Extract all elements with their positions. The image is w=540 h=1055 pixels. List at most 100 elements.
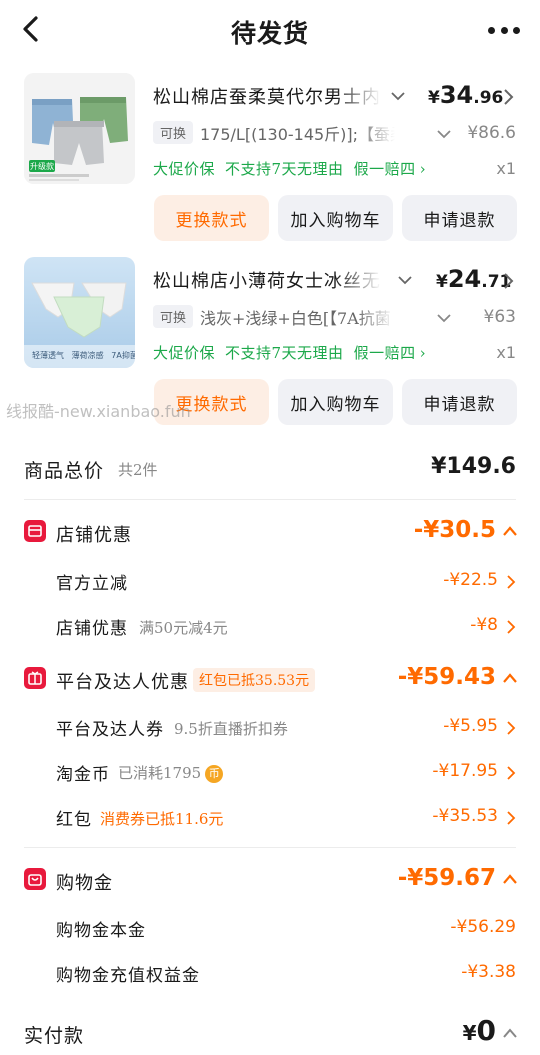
total-row: 商品总价 共2件 ¥149.6 bbox=[0, 452, 540, 486]
shopping-money-item-label: 购物金充值权益金 bbox=[56, 966, 200, 986]
header: 待发货 bbox=[0, 0, 540, 62]
discount-item-label: 官方立减 bbox=[56, 574, 128, 594]
total-value: ¥149.6 bbox=[431, 454, 516, 479]
discount-item-value: -¥8 bbox=[470, 615, 498, 635]
shop-icon bbox=[24, 520, 46, 542]
product-card: 轻薄透气 薄荷凉感 7A抑菌 松山棉店小薄荷女士冰丝无痕内裤 ¥24.71 可换… bbox=[0, 257, 540, 437]
shopping-money-label: 购物金 bbox=[56, 873, 113, 894]
paid-label: 实付款 bbox=[24, 1025, 85, 1047]
divider bbox=[24, 499, 516, 500]
discount-item-sub: 9.5折直播折扣券 bbox=[174, 720, 288, 738]
service-tags[interactable]: 大促价保 不支持7天无理由 假一赔四 › bbox=[153, 342, 436, 363]
chevron-right-icon[interactable] bbox=[506, 574, 516, 590]
exchange-style-button[interactable]: 更换款式 bbox=[154, 195, 269, 241]
add-to-cart-button[interactable]: 加入购物车 bbox=[278, 195, 393, 241]
platform-discount-row[interactable]: 平台及达人优惠 红包已抵35.53元 -¥59.43 bbox=[0, 662, 540, 696]
chevron-down-icon[interactable] bbox=[436, 128, 452, 140]
chevron-right-icon: › bbox=[419, 160, 427, 178]
chevron-right-icon[interactable] bbox=[502, 272, 514, 290]
coin-consumed-text: 已消耗1795 bbox=[118, 764, 202, 782]
chevron-down-icon[interactable] bbox=[397, 274, 413, 286]
discount-item-row[interactable]: 官方立减 -¥22.5 bbox=[0, 566, 540, 596]
discount-item-value: -¥17.95 bbox=[432, 761, 498, 781]
paid-value: ¥0 bbox=[463, 1014, 496, 1047]
dot-icon bbox=[488, 26, 495, 34]
discount-item-value: -¥22.5 bbox=[443, 570, 498, 590]
shop-discount-value: -¥30.5 bbox=[413, 517, 496, 543]
discount-item-label: 红包 bbox=[56, 810, 92, 830]
chevron-right-icon[interactable] bbox=[506, 619, 516, 635]
coin-icon: 币 bbox=[205, 765, 224, 783]
request-refund-button[interactable]: 申请退款 bbox=[402, 379, 517, 425]
original-price: ¥86.6 bbox=[467, 123, 516, 143]
request-refund-button[interactable]: 申请退款 bbox=[402, 195, 517, 241]
original-price: ¥63 bbox=[483, 307, 516, 327]
quantity: x1 bbox=[496, 343, 516, 362]
chevron-right-icon: › bbox=[419, 344, 427, 362]
shopping-bag-icon bbox=[24, 868, 46, 890]
chevron-up-icon[interactable] bbox=[502, 872, 518, 886]
paid-amount: 0 bbox=[476, 1014, 496, 1047]
platform-discount-value: -¥59.43 bbox=[397, 664, 496, 690]
product-image[interactable]: 轻薄透气 薄荷凉感 7A抑菌 bbox=[24, 257, 135, 368]
chevron-right-icon[interactable] bbox=[502, 88, 514, 106]
chevron-right-icon[interactable] bbox=[506, 810, 516, 826]
discount-item-row[interactable]: 平台及达人券 9.5折直播折扣券 -¥5.95 bbox=[0, 712, 540, 742]
product-image[interactable]: 升级款 bbox=[24, 73, 135, 184]
chevron-right-icon[interactable] bbox=[506, 720, 516, 736]
discount-item-sub: 满50元减4元 bbox=[139, 619, 228, 637]
platform-discount-label: 平台及达人优惠 bbox=[56, 672, 189, 693]
service-tag: 不支持7天无理由 bbox=[225, 160, 344, 178]
shopping-money-row[interactable]: 购物金 -¥59.67 bbox=[0, 863, 540, 897]
service-tag: 大促价保 bbox=[153, 160, 216, 178]
paid-currency: ¥ bbox=[462, 1021, 477, 1045]
chevron-up-icon[interactable] bbox=[502, 671, 518, 685]
chevron-down-icon[interactable] bbox=[390, 90, 406, 102]
service-tags[interactable]: 大促价保 不支持7天无理由 假一赔四 › bbox=[153, 158, 436, 179]
sku-text[interactable]: 浅灰+浅绿+白色[【7A抗菌 bbox=[200, 305, 395, 329]
dot-icon bbox=[513, 26, 520, 34]
discount-item-sub: 已消耗1795 币 bbox=[118, 762, 224, 783]
exchange-style-button[interactable]: 更换款式 bbox=[154, 379, 269, 425]
product-name[interactable]: 松山棉店蚕柔莫代尔男士内裤 bbox=[153, 83, 381, 109]
total-label: 商品总价 bbox=[24, 460, 105, 482]
discount-item-value: -¥5.95 bbox=[443, 716, 498, 736]
gift-icon bbox=[24, 667, 46, 689]
service-tag: 假一赔四 bbox=[353, 160, 416, 178]
discount-item-row[interactable]: 红包 消费券已抵11.6元 -¥35.53 bbox=[0, 802, 540, 832]
dot-icon bbox=[500, 26, 508, 34]
shopping-money-value: -¥59.67 bbox=[397, 865, 496, 891]
discount-item-label: 淘金币 bbox=[56, 765, 110, 785]
sku-exchange-tag: 可换 bbox=[153, 121, 194, 144]
product-name[interactable]: 松山棉店小薄荷女士冰丝无痕内裤 bbox=[153, 267, 381, 293]
sku-exchange-tag: 可换 bbox=[153, 305, 194, 328]
service-tag: 假一赔四 bbox=[353, 344, 416, 362]
chevron-up-icon[interactable] bbox=[502, 524, 518, 538]
shopping-money-item-label: 购物金本金 bbox=[56, 921, 146, 941]
shop-discount-label: 店铺优惠 bbox=[56, 525, 132, 546]
sku-text[interactable]: 175/L[(130-145斤)];【蚕柔 bbox=[200, 121, 395, 145]
add-to-cart-button[interactable]: 加入购物车 bbox=[278, 379, 393, 425]
discount-item-row[interactable]: 店铺优惠 满50元减4元 -¥8 bbox=[0, 611, 540, 641]
chevron-up-icon[interactable] bbox=[502, 1026, 518, 1040]
chevron-right-icon[interactable] bbox=[506, 765, 516, 781]
discount-item-row[interactable]: 淘金币 已消耗1795 币 -¥17.95 bbox=[0, 757, 540, 787]
more-button[interactable] bbox=[484, 14, 524, 46]
shop-discount-row[interactable]: 店铺优惠 -¥30.5 bbox=[0, 516, 540, 550]
quantity: x1 bbox=[496, 159, 516, 178]
hongbao-tag: 红包已抵35.53元 bbox=[193, 668, 316, 692]
product-card: 升级款 松山棉店蚕柔莫代尔男士内裤 ¥34.96 可换 175/L[(130-1… bbox=[0, 73, 540, 253]
service-tag: 不支持7天无理由 bbox=[225, 344, 344, 362]
divider bbox=[24, 847, 516, 848]
image-badge: 升级款 bbox=[30, 162, 54, 171]
discount-item-label: 店铺优惠 bbox=[56, 619, 128, 639]
page-title: 待发货 bbox=[230, 19, 309, 48]
product-price: ¥34.96 bbox=[428, 81, 504, 109]
discount-item-value: -¥35.53 bbox=[432, 806, 498, 826]
image-caption: 轻薄透气 薄荷凉感 7A抑菌 bbox=[32, 351, 135, 360]
shopping-money-item-value: -¥3.38 bbox=[461, 962, 516, 982]
discount-item-sub: 消费券已抵11.6元 bbox=[100, 810, 224, 828]
product-price: ¥24.71 bbox=[436, 265, 512, 293]
chevron-down-icon[interactable] bbox=[436, 312, 452, 324]
paid-row[interactable]: 实付款 ¥0 bbox=[0, 1012, 540, 1052]
